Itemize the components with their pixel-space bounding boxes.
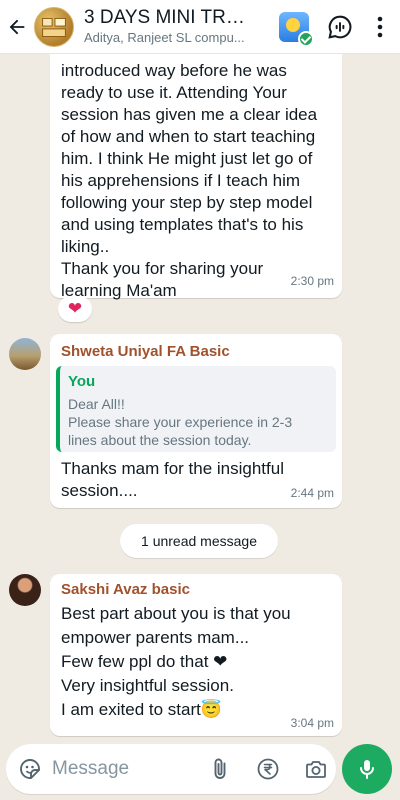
weather-icon [279, 11, 314, 47]
audio-chat-icon [328, 15, 352, 39]
back-button[interactable] [2, 0, 32, 54]
message-input[interactable] [52, 758, 182, 780]
sticker-button[interactable] [14, 753, 46, 785]
message-line: following your step by step model [61, 193, 313, 212]
sender-avatar[interactable] [9, 574, 41, 606]
verified-badge-icon [298, 30, 314, 47]
chat-title-block[interactable]: 3 DAYS MINI TRAI... Aditya, Ranjeet SL c… [84, 7, 252, 46]
quoted-line: Dear All!! [68, 396, 125, 412]
message-line: Thanks mam for the insightful [61, 459, 284, 478]
message-line: Very insightful session. [61, 676, 234, 695]
chat-title: 3 DAYS MINI TRAI... [84, 7, 252, 28]
message-line: him. I think He might just let go of [61, 149, 313, 168]
back-arrow-icon [9, 19, 25, 34]
sender-avatar[interactable] [9, 338, 41, 370]
quoted-line: lines about the session today. [68, 432, 252, 448]
weather-app-button[interactable] [276, 9, 314, 47]
message-list[interactable]: introduced way before he was ready to us… [0, 54, 400, 740]
message-line: liking.. [61, 237, 110, 256]
message-line: of how and when to start teaching [61, 127, 316, 146]
sender-name: Sakshi Avaz basic [61, 581, 190, 598]
sender-name: Shweta Uniyal FA Basic [61, 343, 230, 360]
message-timestamp: 2:30 pm [290, 274, 334, 288]
message-line: his apprehensions if I teach him [61, 171, 301, 190]
chat-participants: Aditya, Ranjeet SL compu... [84, 30, 245, 45]
message-line: Best part about you is that you [61, 604, 291, 623]
unread-count-label: 1 unread message [141, 533, 257, 549]
unread-messages-divider: 1 unread message [120, 524, 278, 558]
message-input-container[interactable] [6, 744, 336, 794]
rupee-icon [257, 758, 279, 780]
message-bubble[interactable]: Sakshi Avaz basic Best part about you is… [50, 574, 342, 736]
message-bubble[interactable]: Shweta Uniyal FA Basic You Dear All!! Pl… [50, 334, 342, 508]
payment-button[interactable] [252, 753, 284, 785]
more-options-button[interactable] [368, 9, 392, 45]
message-line: ready to use it. Attending Your [61, 83, 287, 102]
message-line: Few few ppl do that ❤ [61, 652, 228, 671]
message-line: empower parents mam... [61, 628, 250, 647]
heart-reaction[interactable]: ❤ [58, 296, 92, 322]
message-line: and using templates that's to his [61, 215, 304, 234]
quoted-author: You [68, 373, 96, 390]
microphone-icon [360, 760, 374, 779]
quoted-message[interactable]: You Dear All!! Please share your experie… [56, 366, 336, 452]
paperclip-icon [214, 758, 226, 779]
quoted-line: Please share your experience in 2-3 [68, 414, 293, 430]
camera-icon [306, 761, 326, 778]
attach-button[interactable] [204, 753, 236, 785]
camera-button[interactable] [300, 753, 332, 785]
voice-message-button[interactable] [342, 744, 392, 794]
composer-bar [0, 740, 400, 800]
message-bubble[interactable]: introduced way before he was ready to us… [50, 54, 342, 300]
more-vertical-icon [377, 16, 383, 37]
message-timestamp: 2:44 pm [290, 486, 334, 500]
group-photo-icon [42, 17, 66, 37]
chat-header: 3 DAYS MINI TRAI... Aditya, Ranjeet SL c… [0, 0, 400, 54]
group-avatar[interactable] [34, 6, 74, 47]
sticker-icon [20, 759, 40, 779]
heart-icon: ❤ [67, 299, 83, 318]
message-line: introduced way before he was [61, 61, 287, 80]
message-line: session has given me a clear idea [61, 105, 318, 124]
message-timestamp: 3:04 pm [290, 716, 334, 730]
voice-chat-button[interactable] [322, 9, 358, 45]
